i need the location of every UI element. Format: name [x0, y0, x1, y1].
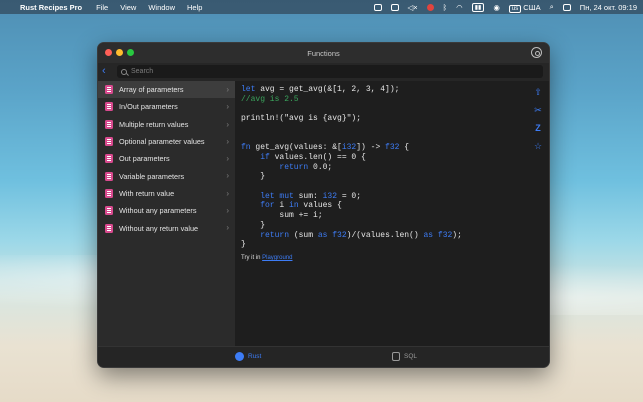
- window-title: Functions: [307, 49, 340, 58]
- sidebar-item-label: Variable parameters: [119, 171, 185, 181]
- search-menubar-icon[interactable]: ⌕: [550, 2, 554, 12]
- document-icon: [105, 119, 113, 129]
- chevron-right-icon: ›: [226, 102, 229, 112]
- menu-help[interactable]: Help: [187, 3, 202, 12]
- search-input[interactable]: Search: [117, 65, 543, 78]
- keyboard-layout[interactable]: us США: [508, 2, 541, 13]
- scissors-icon[interactable]: ✂: [533, 105, 543, 115]
- volume-icon[interactable]: ◁×: [408, 3, 418, 12]
- document-icon: [105, 188, 113, 198]
- share-icon[interactable]: ⇧: [533, 87, 543, 97]
- tab-bar: Rust SQL: [98, 346, 549, 367]
- code-viewer[interactable]: let avg = get_avg(&[1, 2, 3, 4]); //avg …: [235, 81, 549, 347]
- document-icon: [105, 85, 113, 95]
- document-icon: [105, 171, 113, 181]
- sidebar-item-label: Out parameters: [119, 154, 170, 164]
- menu-file[interactable]: File: [96, 3, 108, 12]
- keyboard-icon: us: [508, 4, 522, 13]
- app-window: Functions ‹ Search Array of parameters ›…: [97, 42, 550, 368]
- playground-link[interactable]: Playground: [262, 255, 292, 261]
- search-icon: [121, 68, 127, 75]
- record-icon[interactable]: [426, 3, 434, 11]
- messages-icon[interactable]: [390, 3, 399, 11]
- menu-bar: Rust Recipes Pro File View Window Help ◁…: [0, 0, 643, 14]
- try-it-text: Try it in: [241, 254, 263, 261]
- tab-sql[interactable]: SQL: [392, 352, 417, 361]
- sidebar-item-multiple-return-values[interactable]: Multiple return values ›: [98, 116, 235, 133]
- sidebar-item-label: Without any parameters: [119, 206, 197, 216]
- keyboard-layout-label: США: [523, 2, 541, 12]
- rust-icon: [235, 352, 244, 361]
- document-icon: [105, 154, 113, 164]
- status-icon[interactable]: [373, 3, 382, 11]
- database-icon: [392, 352, 400, 361]
- sidebar-item-in-out-parameters[interactable]: In/Out parameters ›: [98, 98, 235, 115]
- back-button[interactable]: ‹: [102, 66, 106, 77]
- tab-rust-label: Rust: [248, 353, 262, 360]
- search-placeholder: Search: [131, 68, 154, 75]
- star-icon[interactable]: ☆: [533, 141, 543, 151]
- battery-icon[interactable]: ▮▮: [471, 2, 485, 12]
- sidebar-item-with-return-value[interactable]: With return value ›: [98, 185, 235, 202]
- sidebar-item-optional-parameter-values[interactable]: Optional parameter values ›: [98, 133, 235, 150]
- try-it-line: Try it in Playground: [241, 255, 549, 261]
- chevron-right-icon: ›: [226, 171, 229, 181]
- sidebar-item-label: In/Out parameters: [119, 102, 178, 112]
- chevron-right-icon: ›: [226, 223, 229, 233]
- user-icon[interactable]: ◉: [493, 3, 500, 12]
- app-name[interactable]: Rust Recipes Pro: [20, 3, 82, 12]
- sidebar-item-variable-parameters[interactable]: Variable parameters ›: [98, 167, 235, 184]
- bluetooth-icon[interactable]: ᛒ: [443, 3, 448, 12]
- menu-window[interactable]: Window: [148, 3, 175, 12]
- clock[interactable]: Пн, 24 окт. 09:19: [580, 3, 637, 12]
- sidebar-item-label: With return value: [119, 188, 175, 198]
- tab-sql-label: SQL: [404, 353, 418, 360]
- action-bar: ⇧ ✂ Z ☆: [533, 87, 543, 151]
- chevron-right-icon: ›: [226, 136, 229, 146]
- tab-rust[interactable]: Rust: [235, 352, 261, 361]
- sidebar: Array of parameters › In/Out parameters …: [98, 81, 235, 347]
- toolbar: ‹ Search: [98, 63, 549, 81]
- sleep-z-icon[interactable]: Z: [533, 123, 543, 133]
- sidebar-item-label: Multiple return values: [119, 119, 189, 129]
- document-icon: [105, 223, 113, 233]
- document-icon: [105, 137, 113, 147]
- wifi-icon[interactable]: ◠: [456, 3, 463, 12]
- sidebar-item-out-parameters[interactable]: Out parameters ›: [98, 150, 235, 167]
- chevron-right-icon: ›: [226, 206, 229, 216]
- gear-icon[interactable]: [531, 47, 542, 58]
- chevron-right-icon: ›: [226, 188, 229, 198]
- chevron-right-icon: ›: [226, 85, 229, 94]
- title-bar: Functions: [98, 43, 549, 63]
- sidebar-item-label: Optional parameter values: [119, 137, 205, 147]
- control-center-icon[interactable]: [562, 3, 571, 11]
- menu-view[interactable]: View: [120, 3, 136, 12]
- document-icon: [105, 206, 113, 216]
- chevron-right-icon: ›: [226, 119, 229, 129]
- chevron-right-icon: ›: [226, 154, 229, 164]
- sidebar-item-without-any-return-value[interactable]: Without any return value ›: [98, 219, 235, 236]
- sidebar-item-label: Array of parameters: [119, 85, 184, 95]
- sidebar-item-without-any-parameters[interactable]: Without any parameters ›: [98, 202, 235, 219]
- document-icon: [105, 102, 113, 112]
- code-block: let avg = get_avg(&[1, 2, 3, 4]); //avg …: [241, 85, 462, 250]
- sidebar-item-label: Without any return value: [119, 223, 199, 233]
- sidebar-item-array-of-parameters[interactable]: Array of parameters ›: [98, 81, 235, 99]
